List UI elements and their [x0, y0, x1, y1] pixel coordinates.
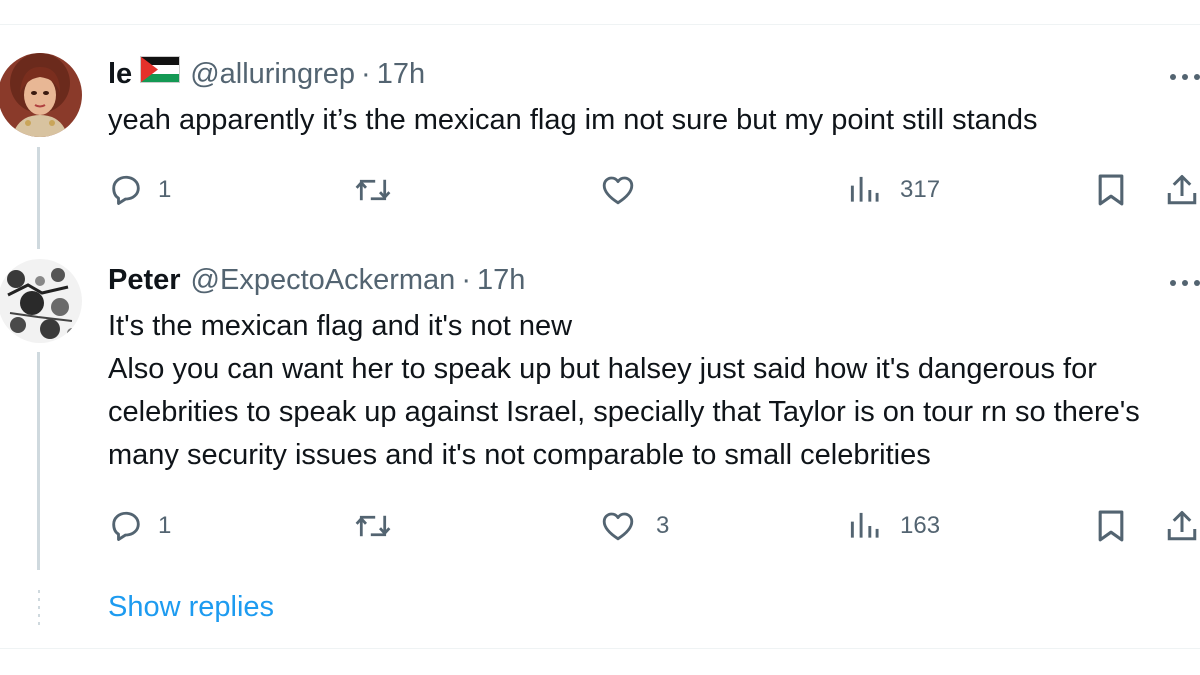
retweet-button[interactable]: [354, 506, 406, 546]
header-separator: ·: [361, 58, 371, 90]
timestamp[interactable]: 17h: [377, 56, 425, 92]
retweet-icon: [355, 179, 391, 201]
bookmark-button[interactable]: [1094, 506, 1128, 546]
tweet-text: yeah apparently it’s the mexican flag im…: [108, 104, 1038, 136]
thread-dotted-connector: [38, 590, 40, 628]
reply-count: 1: [158, 176, 172, 203]
reply-icon: [112, 175, 140, 205]
avatar[interactable]: [0, 53, 82, 137]
show-replies-link[interactable]: Show replies: [108, 588, 274, 626]
reply-icon: [112, 511, 140, 541]
analytics-bars-icon: [850, 512, 879, 538]
reply-button[interactable]: 1: [108, 170, 171, 210]
views-button[interactable]: 317: [848, 170, 940, 210]
bookmark-button[interactable]: [1094, 170, 1128, 210]
reply-count: 1: [158, 512, 172, 539]
like-button[interactable]: 3: [600, 506, 669, 546]
more-options-icon[interactable]: [1168, 70, 1200, 82]
user-handle[interactable]: @ExpectoAckerman: [191, 262, 456, 298]
views-count: 317: [900, 176, 941, 203]
bookmark-icon: [1098, 510, 1124, 542]
tweet-actions: 1 317: [0, 170, 1200, 210]
palestine-flag-icon: [140, 56, 181, 92]
heart-icon: [602, 512, 634, 541]
display-name[interactable]: le: [108, 56, 132, 92]
share-button[interactable]: [1164, 506, 1200, 546]
header-separator: ·: [461, 264, 471, 296]
share-icon: [1167, 511, 1197, 541]
views-count: 163: [900, 512, 941, 539]
retweet-button[interactable]: [354, 170, 406, 210]
analytics-bars-icon: [850, 176, 879, 202]
bookmark-icon: [1098, 174, 1124, 206]
tweet-thread: le @alluringrep · 17h yeah apparently it…: [0, 0, 1200, 675]
user-handle[interactable]: @alluringrep: [190, 56, 355, 92]
share-icon: [1167, 175, 1197, 205]
like-count: 3: [656, 512, 670, 539]
tweet-actions: 1 3 163: [0, 506, 1200, 546]
avatar[interactable]: [0, 259, 82, 343]
heart-icon: [602, 176, 634, 205]
bottom-divider: [0, 648, 1200, 649]
tweet-text: It's the mexican flag and it's not new A…: [108, 310, 1140, 471]
timestamp[interactable]: 17h: [477, 262, 525, 298]
share-button[interactable]: [1164, 170, 1200, 210]
reply-button[interactable]: 1: [108, 506, 171, 546]
tweet-header: Peter @ExpectoAckerman · 17h: [108, 262, 525, 298]
top-divider: [0, 24, 1200, 25]
display-name[interactable]: Peter: [108, 262, 181, 298]
tweet-header: le @alluringrep · 17h: [108, 56, 425, 92]
retweet-icon: [355, 515, 391, 537]
views-button[interactable]: 163: [848, 506, 940, 546]
more-options-icon[interactable]: [1168, 276, 1200, 288]
like-button[interactable]: [600, 170, 650, 210]
